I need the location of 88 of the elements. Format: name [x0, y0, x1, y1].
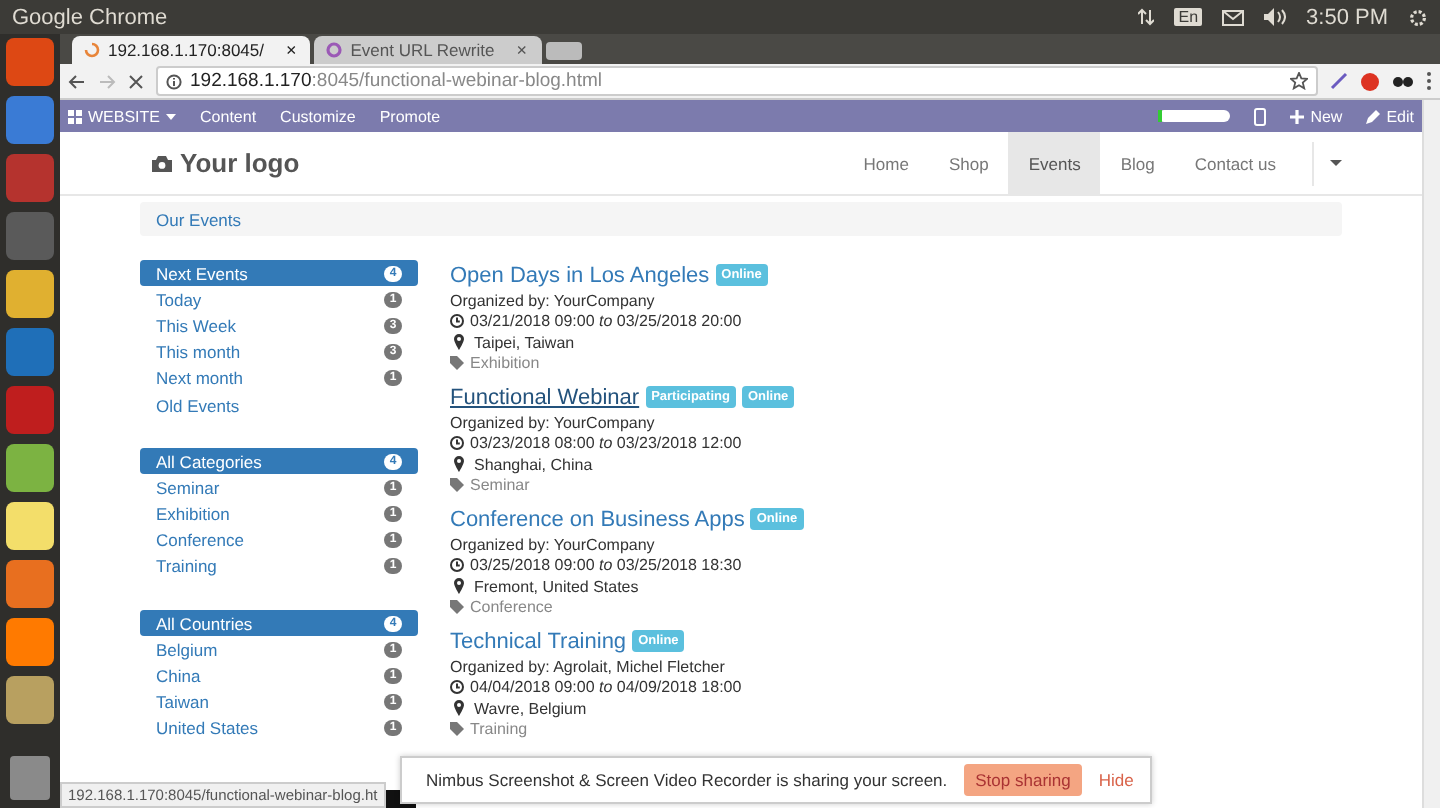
organizer-text: Organized by: Agrolait, Michel Fletcher — [450, 657, 725, 676]
organizer-text: Organized by: YourCompany — [450, 535, 655, 554]
event-dates: 03/23/2018 08:00 to 03/23/2018 12:00 — [470, 434, 742, 453]
loading-bar-icon — [1158, 110, 1231, 122]
event-category[interactable]: Seminar — [470, 476, 530, 495]
stop-icon[interactable] — [128, 73, 144, 89]
event-dates: 03/25/2018 09:00 to 03/25/2018 18:30 — [470, 556, 742, 575]
event-category[interactable]: Training — [470, 720, 528, 739]
event-title-link[interactable]: Open Days in Los Angeles — [450, 263, 710, 287]
launcher-app-icon[interactable] — [6, 328, 54, 376]
event-location: Taipei, Taiwan — [474, 333, 575, 352]
clock-icon — [450, 314, 464, 329]
website-menu[interactable]: WEBSITE — [68, 107, 177, 125]
menu-icon[interactable] — [1426, 72, 1432, 90]
stop-sign-icon[interactable] — [1360, 71, 1380, 91]
organizer-text: Organized by: YourCompany — [450, 291, 655, 310]
camera-icon — [152, 155, 172, 171]
launcher-app-icon[interactable] — [6, 270, 54, 318]
app-name: Google Chrome — [12, 5, 168, 29]
mobile-icon[interactable] — [1254, 107, 1267, 125]
gear-icon[interactable] — [1408, 7, 1428, 27]
keyboard-indicator[interactable]: En — [1174, 8, 1203, 26]
caret-icon[interactable] — [1330, 159, 1342, 167]
caret-icon — [166, 113, 177, 119]
event-location: Wavre, Belgium — [474, 699, 587, 718]
launcher-app-icon[interactable] — [6, 560, 54, 608]
filter-item[interactable]: Old Events — [140, 391, 418, 419]
event-category[interactable]: Conference — [470, 598, 553, 617]
new-button[interactable]: New — [1290, 107, 1343, 125]
info-icon — [166, 73, 182, 89]
nav-link[interactable]: Events — [1008, 132, 1101, 194]
tag-icon — [450, 600, 464, 615]
nav-link[interactable]: Contact us — [1174, 132, 1296, 194]
clock[interactable]: 3:50 PM — [1306, 5, 1388, 29]
event-location: Shanghai, China — [474, 455, 593, 474]
toolbar-menu-item[interactable]: Content — [200, 107, 257, 125]
volume-icon[interactable] — [1264, 8, 1287, 26]
plus-icon — [1290, 109, 1305, 123]
browser-tab[interactable]: 192.168.1.170:8045/ × — [72, 36, 311, 64]
back-icon[interactable] — [68, 73, 86, 89]
grid-icon — [68, 109, 82, 123]
toolbar-menu-item[interactable]: Customize — [280, 107, 356, 125]
launcher-app-icon[interactable] — [6, 444, 54, 492]
launcher-app-icon[interactable] — [6, 618, 54, 666]
tag-icon — [450, 722, 464, 737]
stop-sharing-button[interactable]: Stop sharing — [963, 764, 1083, 796]
event-dates: 03/21/2018 09:00 to 03/25/2018 20:00 — [470, 312, 742, 331]
close-tab-icon[interactable]: × — [284, 38, 299, 62]
edit-button[interactable]: Edit — [1366, 107, 1414, 125]
new-tab-button[interactable] — [545, 42, 581, 60]
event-dates: 04/04/2018 09:00 to 04/09/2018 18:00 — [470, 678, 742, 697]
nav-link[interactable]: Shop — [928, 132, 1009, 194]
event-category[interactable]: Exhibition — [470, 354, 540, 373]
pen-icon[interactable] — [1330, 72, 1348, 90]
map-pin-icon — [454, 334, 464, 351]
network-icon — [1138, 8, 1155, 26]
tag-icon — [450, 356, 464, 371]
event-title-link[interactable]: Functional Webinar — [450, 385, 640, 409]
scrollbar[interactable] — [1422, 100, 1440, 808]
map-pin-icon — [454, 700, 464, 717]
clock-icon — [450, 436, 464, 451]
launcher-app-icon[interactable] — [6, 502, 54, 550]
star-icon[interactable] — [1290, 72, 1308, 90]
map-pin-icon — [454, 578, 464, 595]
close-tab-icon[interactable]: × — [514, 38, 529, 62]
organizer-text: Organized by: YourCompany — [450, 413, 655, 432]
address-field[interactable]: 192.168.1.170:8045/functional-webinar-blog.html — [156, 66, 1318, 96]
map-pin-icon — [454, 456, 464, 473]
launcher-app-icon[interactable] — [6, 38, 54, 86]
browser-tab[interactable]: Event URL Rewrite × — [314, 36, 541, 64]
breadcrumb-link[interactable]: Our Events — [156, 209, 242, 229]
launcher-app-icon[interactable] — [6, 96, 54, 144]
site-logo[interactable]: Your logo — [152, 148, 300, 178]
hide-link[interactable]: Hide — [1098, 770, 1134, 790]
glasses-icon[interactable] — [1392, 73, 1414, 89]
sharing-message: Nimbus Screenshot & Screen Video Recorder is sharing your screen. — [426, 770, 948, 790]
nav-link[interactable]: Home — [843, 132, 929, 194]
mail-icon[interactable] — [1222, 9, 1245, 25]
event-title-link[interactable]: Conference on Business Apps — [450, 507, 745, 531]
toolbar-menu-item[interactable]: Promote — [379, 107, 441, 125]
nav-link[interactable]: Blog — [1100, 132, 1175, 194]
tag-icon — [450, 478, 464, 493]
pencil-icon — [1366, 109, 1381, 123]
clock-icon — [450, 558, 464, 573]
clock-icon — [450, 680, 464, 695]
launcher-app-icon[interactable] — [6, 676, 54, 724]
event-title-link[interactable]: Technical Training — [450, 629, 627, 653]
event-location: Fremont, United States — [474, 577, 639, 596]
